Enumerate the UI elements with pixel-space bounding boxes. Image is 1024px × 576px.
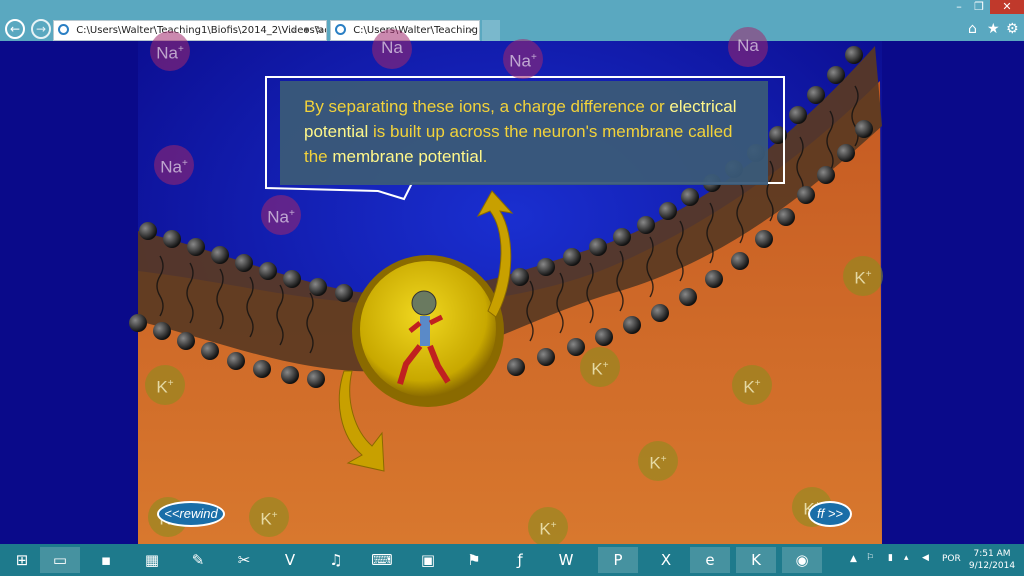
potassium-ion: K+ [528, 507, 568, 547]
vmd-icon[interactable]: ▣ [408, 547, 448, 573]
typing-icon[interactable]: ⌨ [362, 547, 402, 573]
cmd-icon[interactable]: ▪ [86, 547, 126, 573]
acrobat-icon[interactable]: ⚑ [454, 547, 494, 573]
sodium-ion: Na+ [150, 31, 190, 71]
close-tab-icon[interactable]: × [467, 21, 475, 40]
tray-expand-icon[interactable]: ▲ [850, 554, 857, 564]
powerpoint-icon[interactable]: P [598, 547, 638, 573]
highlight-membrane-potential: membrane potential [332, 147, 483, 166]
potassium-ion: K+ [732, 365, 772, 405]
potassium-ion: K+ [843, 256, 883, 296]
language-indicator[interactable]: POR [942, 554, 961, 564]
close-window-button[interactable]: ✕ [990, 0, 1024, 14]
new-tab-button[interactable] [482, 20, 500, 41]
ie-tab-icon [335, 24, 346, 35]
globe-app-icon[interactable]: ◉ [782, 547, 822, 573]
sodium-ion: Na+ [503, 39, 543, 79]
home-icon[interactable]: ⌂ [968, 21, 977, 37]
calculator-icon[interactable]: ▦ [132, 547, 172, 573]
sodium-ion: Na+ [154, 145, 194, 185]
kaspersky-icon[interactable]: K [736, 547, 776, 573]
sodium-ion: Na [372, 29, 412, 69]
refresh-icon[interactable]: ↻ [315, 21, 323, 40]
flag-icon[interactable]: ⚐ [866, 553, 874, 563]
excel-icon[interactable]: X [646, 547, 686, 573]
clock[interactable]: 7:51 AM 9/12/2014 [964, 548, 1020, 572]
fast-forward-button[interactable]: ff >> [808, 501, 852, 527]
animation-stage: Na+ Na Na+ Na Na+ Na+ K+ K+ K+ K+ K+ K+ … [0, 27, 1024, 547]
potassium-ion: K+ [638, 441, 678, 481]
itunes-icon[interactable]: ♫ [316, 547, 356, 573]
flash-icon[interactable]: ƒ [500, 547, 540, 573]
ion-pump [352, 255, 504, 407]
network-icon[interactable]: ▴ [904, 553, 909, 563]
battery-icon[interactable]: ▮ [888, 553, 893, 563]
star-icon[interactable]: ★ [987, 21, 1000, 37]
snipping-icon[interactable]: ✂ [224, 547, 264, 573]
internet-explorer-icon[interactable]: e [690, 547, 730, 573]
tab-title: C:\Users\Walter\Teaching1... [353, 25, 480, 36]
search-icon[interactable]: ⌕ [290, 21, 296, 40]
clock-time: 7:51 AM [973, 549, 1011, 559]
sodium-ion: Na+ [261, 195, 301, 235]
sodium-ion: Na [728, 27, 768, 67]
word-icon[interactable]: W [546, 547, 586, 573]
potassium-ion: K+ [249, 497, 289, 537]
clock-date: 9/12/2014 [968, 561, 1016, 571]
forward-button[interactable]: → [31, 19, 51, 39]
dropdown-icon[interactable]: ▾ [304, 21, 309, 40]
ie-page-icon [58, 24, 69, 35]
potassium-ion: K+ [145, 365, 185, 405]
address-bar[interactable]: C:\Users\Walter\Teaching1\Biofis\2014_2\… [53, 20, 327, 41]
vim-icon[interactable]: V [270, 547, 310, 573]
back-button[interactable]: ← [5, 19, 25, 39]
browser-chrome: ← → C:\Users\Walter\Teaching1\Biofis\201… [0, 0, 1024, 41]
windows-taskbar: ⊞ ▭ ▪ ▦ ✎ ✂ V ♫ ⌨ ▣ ⚑ ƒ W P X e K ◉ ▲ ⚐ … [0, 544, 1024, 576]
gear-icon[interactable]: ⚙ [1006, 21, 1019, 37]
callout-text: By separating these ions, a charge diffe… [304, 97, 737, 166]
volume-icon[interactable]: ◀ [922, 553, 929, 563]
paint-icon[interactable]: ✎ [178, 547, 218, 573]
rewind-button[interactable]: <<rewind [157, 501, 225, 527]
potassium-ion: K+ [580, 347, 620, 387]
minimize-button[interactable]: – [948, 0, 970, 14]
start-button[interactable]: ⊞ [2, 547, 42, 573]
file-explorer-icon[interactable]: ▭ [40, 547, 80, 573]
maximize-button[interactable]: ❐ [968, 0, 990, 14]
